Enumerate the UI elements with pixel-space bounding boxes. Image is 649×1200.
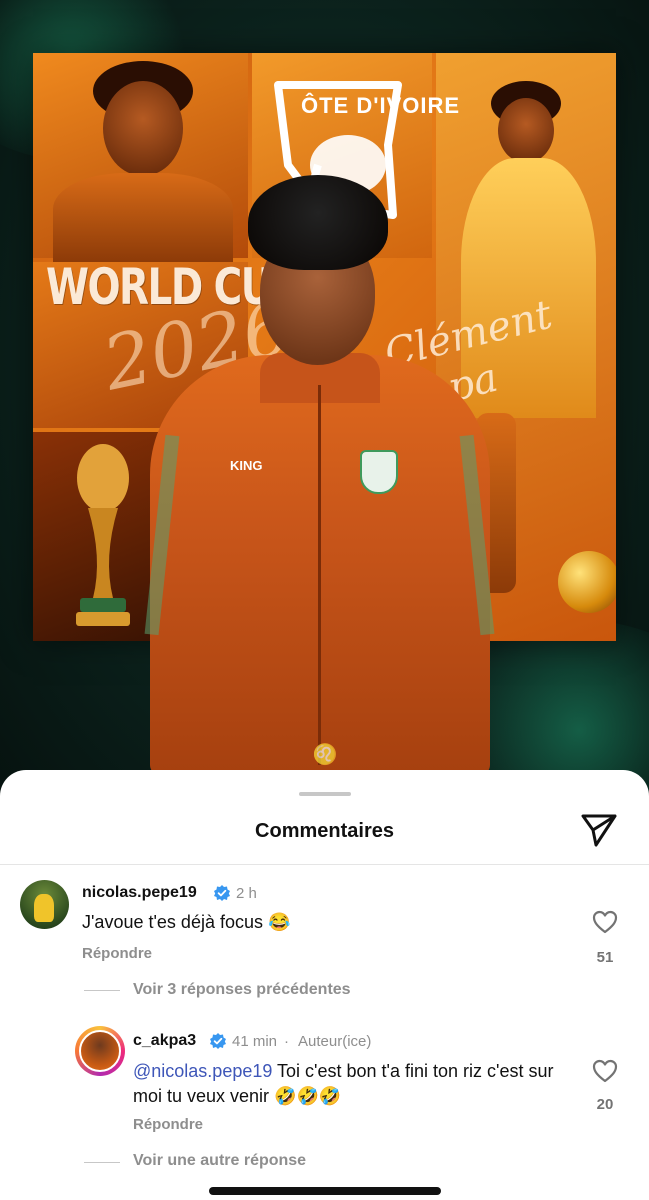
post-image[interactable]: ÔTE D'IVOIRE WORLD CUP 2026 Clément Akpa… [0,0,649,800]
comment-text: J'avoue t'es déjà focus 😂 [82,912,291,932]
view-replies-button[interactable]: Voir une autre réponse [133,1152,306,1170]
jacket-zip [318,385,321,765]
soccer-ball [558,551,616,613]
reply-button[interactable]: Répondre [133,1116,203,1133]
divider [0,864,649,865]
main-player: KING [144,175,495,775]
avatar[interactable] [79,1030,121,1072]
heart-outline-icon[interactable] [592,910,618,934]
figure-head [498,98,554,163]
figure-head [103,81,183,176]
jacket-brand: KING [230,458,263,473]
comment-time: 41 min [232,1033,278,1050]
mention-link[interactable]: @nicolas.pepe19 [133,1061,272,1081]
comment-username[interactable]: c_akpa3 [133,1032,196,1050]
comment-text: @nicolas.pepe19 Toi c'est bon t'a fini t… [133,1059,573,1109]
player-hair [248,175,388,270]
thread-line [84,990,120,991]
comment-username[interactable]: nicolas.pepe19 [82,884,197,902]
sheet-grabber[interactable] [299,792,351,796]
paper-plane-icon[interactable] [580,812,618,848]
verified-badge-icon [210,1033,226,1049]
screen: ÔTE D'IVOIRE WORLD CUP 2026 Clément Akpa… [0,0,649,1200]
view-replies-button[interactable]: Voir 3 réponses précédentes [133,981,351,999]
verified-badge-icon [214,885,230,901]
sheet-title: Commentaires [255,820,394,842]
comment-time: 2 h [236,885,257,902]
avatar[interactable] [20,880,69,929]
author-label: Auteur(ice) [298,1033,372,1050]
lion-icon: ♌ [312,744,338,766]
meta-separator: · [284,1033,289,1050]
logo-text: ÔTE D'IVOIRE [301,93,461,118]
jacket-crest [360,450,398,494]
world-cup-trophy [76,444,130,626]
heart-outline-icon[interactable] [592,1059,618,1083]
like-count: 20 [596,1096,614,1113]
comments-sheet: Commentaires nicolas.pepe19 2 h J'avoue … [0,770,649,1200]
home-indicator[interactable] [209,1187,441,1195]
like-count: 51 [596,949,614,966]
thread-line [84,1162,120,1163]
reply-button[interactable]: Répondre [82,945,152,962]
